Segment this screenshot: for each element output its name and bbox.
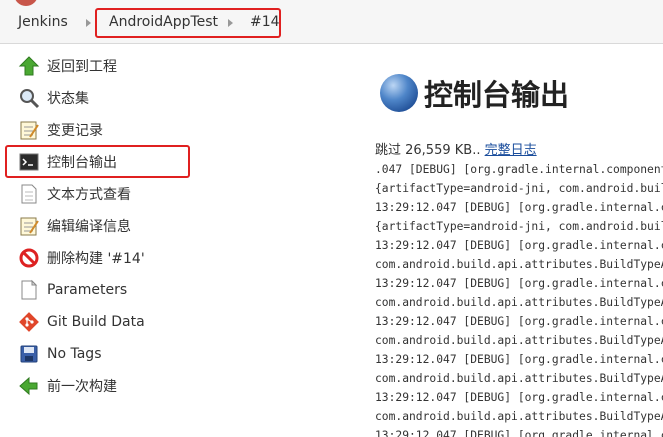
console-output[interactable]: .047 [DEBUG] [org.gradle.internal.compon… xyxy=(375,160,663,437)
document-icon xyxy=(18,183,40,205)
sidebar-item-label: Parameters xyxy=(47,282,128,298)
console-line: 13:29:12.047 [DEBUG] [org.gradle.interna… xyxy=(375,315,663,328)
console-line: {artifactType=android-jni, com.android.b… xyxy=(375,182,663,195)
notepad-icon xyxy=(18,119,40,141)
sidebar-item-label: Git Build Data xyxy=(47,314,145,330)
sidebar-item-label: No Tags xyxy=(47,346,102,362)
sidebar-item-no-tags[interactable]: No Tags xyxy=(18,342,101,366)
blue-ball-status-icon xyxy=(380,74,418,112)
document-icon xyxy=(18,279,40,301)
console-line: com.android.build.api.attributes.BuildTy… xyxy=(375,258,663,271)
console-line: {artifactType=android-jni, com.android.b… xyxy=(375,220,663,233)
notepad-edit-icon xyxy=(18,215,40,237)
page-heading: 控制台输出 xyxy=(380,72,569,114)
sidebar-item-edit-build-info[interactable]: 编辑编译信息 xyxy=(18,214,131,238)
no-entry-icon xyxy=(18,247,40,269)
console-line: 13:29:12.047 [DEBUG] [org.gradle.interna… xyxy=(375,239,663,252)
git-icon xyxy=(18,311,40,333)
breadcrumb-separator-icon xyxy=(86,19,91,27)
sidebar-item-back-to-project[interactable]: 返回到工程 xyxy=(18,54,117,78)
page-title: 控制台输出 xyxy=(424,78,570,112)
sidebar-item-parameters[interactable]: Parameters xyxy=(18,278,127,302)
up-arrow-icon xyxy=(18,55,40,77)
console-line: 13:29:12.047 [DEBUG] [org.gradle.interna… xyxy=(375,277,663,290)
skip-text: 跳过 26,559 KB.. xyxy=(375,143,481,158)
sidebar-item-label: 前一次构建 xyxy=(47,379,117,395)
top-navigation-bar: Jenkins AndroidAppTest #14 xyxy=(0,0,663,44)
sidebar-item-label: 变更记录 xyxy=(47,123,103,139)
console-line: 13:29:12.047 [DEBUG] [org.gradle.interna… xyxy=(375,353,663,366)
console-line: com.android.build.api.attributes.BuildTy… xyxy=(375,334,663,347)
sidebar-item-label: 编辑编译信息 xyxy=(47,219,131,235)
console-line: .047 [DEBUG] [org.gradle.internal.compon… xyxy=(375,163,663,176)
sidebar-item-delete-build[interactable]: 删除构建 '#14' xyxy=(18,246,145,270)
sidebar-item-view-as-text[interactable]: 文本方式查看 xyxy=(18,182,131,206)
sidebar-item-label: 删除构建 '#14' xyxy=(47,251,145,267)
jenkins-logo[interactable] xyxy=(14,0,38,6)
sidebar-item-git-build-data[interactable]: Git Build Data xyxy=(18,310,145,334)
console-line: 13:29:12.047 [DEBUG] [org.gradle.interna… xyxy=(375,429,663,437)
sidebar-item-changes[interactable]: 变更记录 xyxy=(18,118,103,142)
console-line: com.android.build.api.attributes.BuildTy… xyxy=(375,410,663,423)
magnifier-icon xyxy=(18,87,40,109)
breadcrumb-highlight-box xyxy=(95,8,281,38)
active-item-highlight-box xyxy=(5,145,190,178)
left-arrow-icon xyxy=(18,375,40,397)
breadcrumb-jenkins[interactable]: Jenkins xyxy=(18,14,68,30)
full-log-link[interactable]: 完整日志 xyxy=(485,143,537,158)
console-line: com.android.build.api.attributes.BuildTy… xyxy=(375,296,663,309)
sidebar-item-label: 返回到工程 xyxy=(47,59,117,75)
sidebar-item-label: 状态集 xyxy=(47,91,89,107)
console-line: com.android.build.api.attributes.BuildTy… xyxy=(375,372,663,385)
sidebar-item-label: 文本方式查看 xyxy=(47,187,131,203)
console-line: 13:29:12.047 [DEBUG] [org.gradle.interna… xyxy=(375,391,663,404)
sidebar-item-previous-build[interactable]: 前一次构建 xyxy=(18,374,117,398)
console-line: 13:29:12.047 [DEBUG] [org.gradle.interna… xyxy=(375,201,663,214)
floppy-disk-icon xyxy=(18,343,40,365)
sidebar-item-status[interactable]: 状态集 xyxy=(18,86,89,110)
log-skip-notice: 跳过 26,559 KB.. 完整日志 xyxy=(375,139,537,158)
